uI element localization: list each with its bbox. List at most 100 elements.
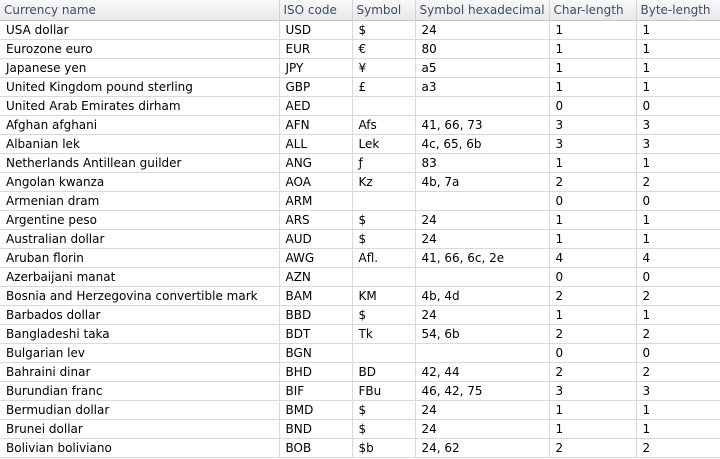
cell-currency-name: Barbados dollar bbox=[0, 305, 280, 325]
cell-char-length: 2 bbox=[549, 172, 637, 192]
cell-iso-code: BDT bbox=[279, 324, 353, 344]
cell-symbol-hex: 24 bbox=[415, 419, 550, 439]
cell-byte-length: 4 bbox=[636, 248, 720, 268]
table-row[interactable]: Bermudian dollar BMD $24 1 1 bbox=[0, 400, 720, 420]
cell-iso-code: AZN bbox=[279, 267, 353, 287]
table-row[interactable]: Australian dollar AUD $24 1 1 bbox=[0, 229, 720, 249]
table-row[interactable]: Argentine peso ARS $24 1 1 bbox=[0, 210, 720, 230]
cell-symbol: Kz bbox=[352, 172, 416, 192]
currency-table: Currency name ISO code Symbol Symbol hexade… bbox=[0, 0, 720, 458]
cell-symbol-hex bbox=[415, 96, 550, 116]
column-header-byte-length[interactable]: Byte-length bbox=[636, 0, 720, 21]
cell-iso-code: USD bbox=[279, 20, 353, 40]
cell-symbol bbox=[352, 191, 416, 211]
table-row[interactable]: Burundian franc BIF FBu 46, 42, 75 3 3 bbox=[0, 381, 720, 401]
cell-symbol: FBu bbox=[352, 381, 416, 401]
column-header-symbol[interactable]: Symbol bbox=[352, 0, 416, 21]
cell-symbol-hex: a3 bbox=[415, 77, 550, 97]
cell-currency-name: Bangladeshi taka bbox=[0, 324, 280, 344]
table-row[interactable]: Bosnia and Herzegovina convertible mark B… bbox=[0, 286, 720, 306]
cell-symbol: £ bbox=[352, 77, 416, 97]
cell-char-length: 3 bbox=[549, 134, 637, 154]
cell-symbol: Lek bbox=[352, 134, 416, 154]
cell-byte-length: 0 bbox=[636, 343, 720, 363]
column-header-currency-name[interactable]: Currency name bbox=[0, 0, 280, 21]
cell-currency-name: Bermudian dollar bbox=[0, 400, 280, 420]
table-row[interactable]: Barbados dollar BBD $24 1 1 bbox=[0, 305, 720, 325]
cell-symbol: Afs bbox=[352, 115, 416, 135]
table-row[interactable]: United Kingdom pound sterling GBP £ a3 1 1 bbox=[0, 77, 720, 97]
table-row[interactable]: Bangladeshi taka BDT Tk 54, 6b 2 2 bbox=[0, 324, 720, 344]
cell-symbol: $ bbox=[352, 20, 416, 40]
cell-symbol-hex: 41, 66, 6c, 2e bbox=[415, 248, 550, 268]
cell-char-length: 2 bbox=[549, 438, 637, 458]
cell-byte-length: 1 bbox=[636, 58, 720, 78]
table-row[interactable]: Japanese yen JPY ¥ a5 1 1 bbox=[0, 58, 720, 78]
cell-iso-code: JPY bbox=[279, 58, 353, 78]
cell-iso-code: BGN bbox=[279, 343, 353, 363]
cell-byte-length: 3 bbox=[636, 381, 720, 401]
header-row: Currency name ISO code Symbol Symbol hexade… bbox=[0, 0, 720, 21]
cell-iso-code: AFN bbox=[279, 115, 353, 135]
cell-symbol-hex: 41, 66, 73 bbox=[415, 115, 550, 135]
table-row[interactable]: Netherlands Antillean guilder ANG ƒ 83 1 1 bbox=[0, 153, 720, 173]
table-row[interactable]: United Arab Emirates dirham AED 0 0 bbox=[0, 96, 720, 116]
cell-currency-name: United Arab Emirates dirham bbox=[0, 96, 280, 116]
table-row[interactable]: Aruban florin AWG Afl. 41, 66, 6c, 2e 4 4 bbox=[0, 248, 720, 268]
table-row[interactable]: USA dollar USD $24 1 1 bbox=[0, 20, 720, 40]
cell-byte-length: 0 bbox=[636, 267, 720, 287]
cell-byte-length: 1 bbox=[636, 20, 720, 40]
cell-symbol-hex bbox=[415, 191, 550, 211]
cell-char-length: 0 bbox=[549, 343, 637, 363]
cell-char-length: 0 bbox=[549, 267, 637, 287]
cell-symbol-hex: 54, 6b bbox=[415, 324, 550, 344]
cell-byte-length: 2 bbox=[636, 362, 720, 382]
table-row[interactable]: Bulgarian lev BGN 0 0 bbox=[0, 343, 720, 363]
table-row[interactable]: Albanian lek ALL Lek 4c, 65, 6b 3 3 bbox=[0, 134, 720, 154]
cell-iso-code: GBP bbox=[279, 77, 353, 97]
cell-symbol bbox=[352, 343, 416, 363]
cell-char-length: 1 bbox=[549, 229, 637, 249]
cell-iso-code: AED bbox=[279, 96, 353, 116]
cell-currency-name: Brunei dollar bbox=[0, 419, 280, 439]
cell-symbol: € bbox=[352, 39, 416, 59]
cell-symbol bbox=[352, 96, 416, 116]
column-header-symbol-hex[interactable]: Symbol hexadecimal bbox=[415, 0, 550, 21]
cell-char-length: 1 bbox=[549, 20, 637, 40]
cell-iso-code: ALL bbox=[279, 134, 353, 154]
cell-char-length: 0 bbox=[549, 191, 637, 211]
column-header-char-length[interactable]: Char-length bbox=[549, 0, 637, 21]
cell-char-length: 4 bbox=[549, 248, 637, 268]
cell-currency-name: Australian dollar bbox=[0, 229, 280, 249]
table-row[interactable]: Eurozone euro EUR €80 1 1 bbox=[0, 39, 720, 59]
cell-byte-length: 0 bbox=[636, 96, 720, 116]
cell-iso-code: AWG bbox=[279, 248, 353, 268]
cell-currency-name: United Kingdom pound sterling bbox=[0, 77, 280, 97]
cell-symbol: $ bbox=[352, 305, 416, 325]
cell-symbol-hex: 4b, 4d bbox=[415, 286, 550, 306]
cell-currency-name: Albanian lek bbox=[0, 134, 280, 154]
cell-byte-length: 3 bbox=[636, 134, 720, 154]
table-row[interactable]: Bahraini dinar BHD BD 42, 44 2 2 bbox=[0, 362, 720, 382]
cell-currency-name: Aruban florin bbox=[0, 248, 280, 268]
table-row[interactable]: Afghan afghani AFN Afs 41, 66, 73 3 3 bbox=[0, 115, 720, 135]
cell-currency-name: Argentine peso bbox=[0, 210, 280, 230]
cell-byte-length: 1 bbox=[636, 229, 720, 249]
cell-symbol-hex: 80 bbox=[415, 39, 550, 59]
cell-char-length: 0 bbox=[549, 96, 637, 116]
cell-char-length: 3 bbox=[549, 115, 637, 135]
table-row[interactable]: Azerbaijani manat AZN 0 0 bbox=[0, 267, 720, 287]
cell-iso-code: BAM bbox=[279, 286, 353, 306]
cell-byte-length: 1 bbox=[636, 419, 720, 439]
table-row[interactable]: Angolan kwanza AOA Kz 4b, 7a 2 2 bbox=[0, 172, 720, 192]
cell-symbol: $ bbox=[352, 419, 416, 439]
table-row[interactable]: Brunei dollar BND $24 1 1 bbox=[0, 419, 720, 439]
cell-char-length: 2 bbox=[549, 324, 637, 344]
cell-symbol-hex: 24, 62 bbox=[415, 438, 550, 458]
table-row[interactable]: Bolivian boliviano BOB $b 24, 62 2 2 bbox=[0, 438, 720, 458]
cell-currency-name: Angolan kwanza bbox=[0, 172, 280, 192]
column-header-iso-code[interactable]: ISO code bbox=[279, 0, 353, 21]
cell-symbol-hex: 24 bbox=[415, 210, 550, 230]
cell-char-length: 1 bbox=[549, 419, 637, 439]
table-row[interactable]: Armenian dram ARM 0 0 bbox=[0, 191, 720, 211]
